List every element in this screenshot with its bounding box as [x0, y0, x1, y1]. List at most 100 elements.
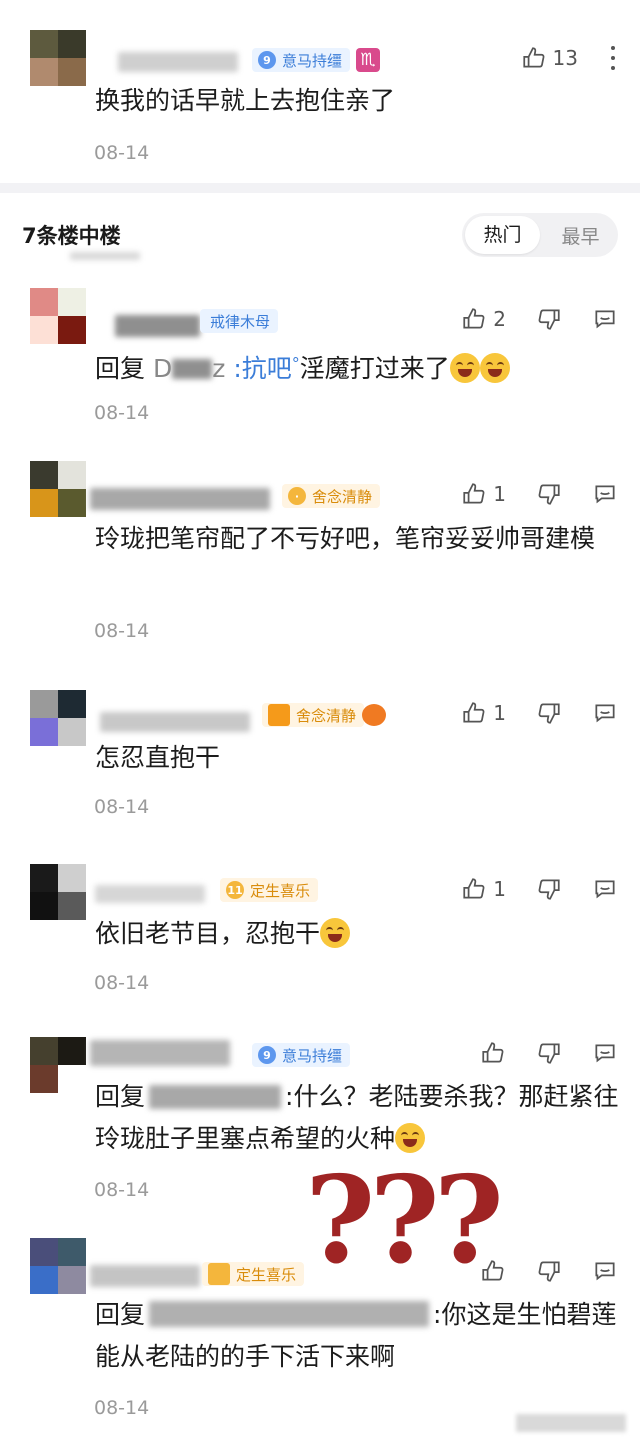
comment-icon — [595, 485, 615, 504]
reply-button[interactable] — [592, 700, 618, 726]
thumb-down-icon — [538, 309, 560, 330]
watermark — [516, 1414, 626, 1432]
thumb-up-icon — [463, 483, 485, 504]
dislike-button[interactable] — [536, 1040, 562, 1066]
reply-prefix: 回复 — [95, 1300, 146, 1329]
reply-button[interactable] — [592, 1040, 618, 1066]
fan-badge: 戒律木母 — [200, 309, 279, 333]
thumb-down-icon — [538, 703, 560, 724]
reply-target-redacted[interactable] — [149, 1301, 430, 1327]
like-count: 2 — [493, 307, 506, 331]
level-icon: 9 — [258, 1046, 276, 1064]
reply-text: 玲珑把笔帘配了不亏好吧，笔帘妥妥帅哥建模 — [95, 524, 596, 553]
avatar[interactable] — [30, 864, 86, 920]
fan-badge: 9 意马持缰 — [252, 1043, 351, 1067]
link-text[interactable]: :抗吧 — [233, 354, 291, 383]
avatar[interactable] — [30, 461, 86, 517]
avatar[interactable] — [30, 288, 86, 344]
fan-badge: · 舍念清静 — [282, 484, 381, 508]
thumb-down-icon — [538, 1043, 560, 1064]
reply-prefix: 回复 — [95, 354, 146, 383]
comment-date: 08-14 — [94, 142, 150, 164]
thumb-down-icon — [538, 484, 560, 505]
comment-icon — [595, 310, 615, 329]
like-button[interactable]: 1 — [461, 876, 506, 902]
avatar[interactable] — [30, 1037, 86, 1093]
username-redacted — [90, 1265, 200, 1287]
laugh-emoji-icon — [479, 353, 510, 383]
reply-target-redacted[interactable] — [149, 1085, 282, 1109]
more-vertical-icon — [611, 46, 615, 70]
dislike-button[interactable] — [536, 306, 562, 332]
username-redacted — [115, 315, 200, 337]
avatar[interactable] — [30, 1238, 86, 1294]
dislike-button[interactable] — [536, 700, 562, 726]
sort-earliest[interactable]: 最早 — [543, 222, 618, 249]
comment-icon — [595, 1262, 615, 1281]
badge-label: 定生喜乐 — [236, 1265, 297, 1284]
like-button[interactable] — [480, 1040, 506, 1066]
question-marks-overlay: ??? — [305, 1150, 504, 1291]
reply-date: 08-14 — [94, 972, 150, 994]
reply-target[interactable]: Dz — [153, 354, 225, 383]
reply-button[interactable] — [592, 1258, 618, 1284]
fan-badge: 舍念清静 — [262, 703, 365, 727]
comment-icon — [595, 880, 615, 899]
reply-actions: 1 — [461, 876, 618, 902]
thumb-up-icon — [482, 1042, 504, 1063]
thumb-up-icon — [463, 702, 485, 723]
comment-text: 换我的话早就上去抱住亲了 — [95, 86, 396, 115]
reply-actions: 1 — [461, 700, 618, 726]
like-button[interactable]: 1 — [461, 700, 506, 726]
badge-label: 意马持缰 — [282, 1046, 343, 1065]
like-button[interactable]: 2 — [461, 306, 506, 332]
reply-button[interactable] — [592, 306, 618, 332]
fan-badge: 定生喜乐 — [202, 1262, 305, 1286]
thumb-up-icon — [463, 878, 485, 899]
reply-actions — [480, 1258, 618, 1284]
dislike-button[interactable] — [536, 1258, 562, 1284]
reply-date: 08-14 — [94, 1397, 150, 1419]
section-divider — [0, 183, 640, 193]
reply-text: 怎忍直抱干 — [95, 743, 221, 772]
username-redacted — [100, 712, 250, 732]
comment-icon — [595, 704, 615, 723]
avatar[interactable] — [30, 690, 86, 746]
sort-hot[interactable]: 热门 — [465, 216, 540, 254]
redaction — [70, 252, 140, 260]
thumb-up-icon — [522, 47, 544, 68]
dislike-button[interactable] — [536, 876, 562, 902]
like-button[interactable]: 1 — [461, 481, 506, 507]
thumb-down-icon — [538, 879, 560, 900]
fan-badge: 9 意马持缰 — [252, 48, 351, 72]
reply-date: 08-14 — [94, 402, 150, 424]
reply-button[interactable] — [592, 481, 618, 507]
username-redacted — [90, 1040, 230, 1066]
badge-label: 意马持缰 — [282, 51, 343, 70]
grin-emoji-icon — [320, 918, 351, 948]
reply-actions: 1 — [461, 481, 618, 507]
yum-emoji-icon — [395, 1123, 426, 1153]
badge-label: 定生喜乐 — [250, 881, 311, 900]
reply-body: 淫魔打过来了 — [299, 354, 450, 383]
level-icon: 9 — [258, 51, 276, 69]
like-count: 13 — [552, 46, 578, 70]
fire-emoji-icon — [362, 704, 386, 726]
thread-count: 7条楼中楼 — [22, 224, 121, 248]
more-button[interactable] — [608, 44, 618, 72]
reply-actions: 2 — [461, 306, 618, 332]
reply-text: 回复:什么？老陆要杀我？那赶紧往玲珑肚子里塞点希望的火种 — [95, 1076, 625, 1160]
avatar[interactable] — [30, 30, 86, 86]
like-button[interactable]: 13 — [521, 45, 578, 71]
dislike-button[interactable] — [536, 481, 562, 507]
fan-badge: 11 定生喜乐 — [220, 878, 319, 902]
like-count: 1 — [493, 701, 506, 725]
laugh-emoji-icon — [449, 353, 480, 383]
comment-icon — [595, 1044, 615, 1063]
username-redacted — [95, 885, 205, 903]
username-redacted — [118, 52, 238, 72]
top-comment-actions: 13 — [521, 44, 618, 72]
reply-button[interactable] — [592, 876, 618, 902]
zodiac-icon: ♏ — [356, 48, 380, 72]
sort-toggle: 热门 最早 — [462, 213, 618, 257]
